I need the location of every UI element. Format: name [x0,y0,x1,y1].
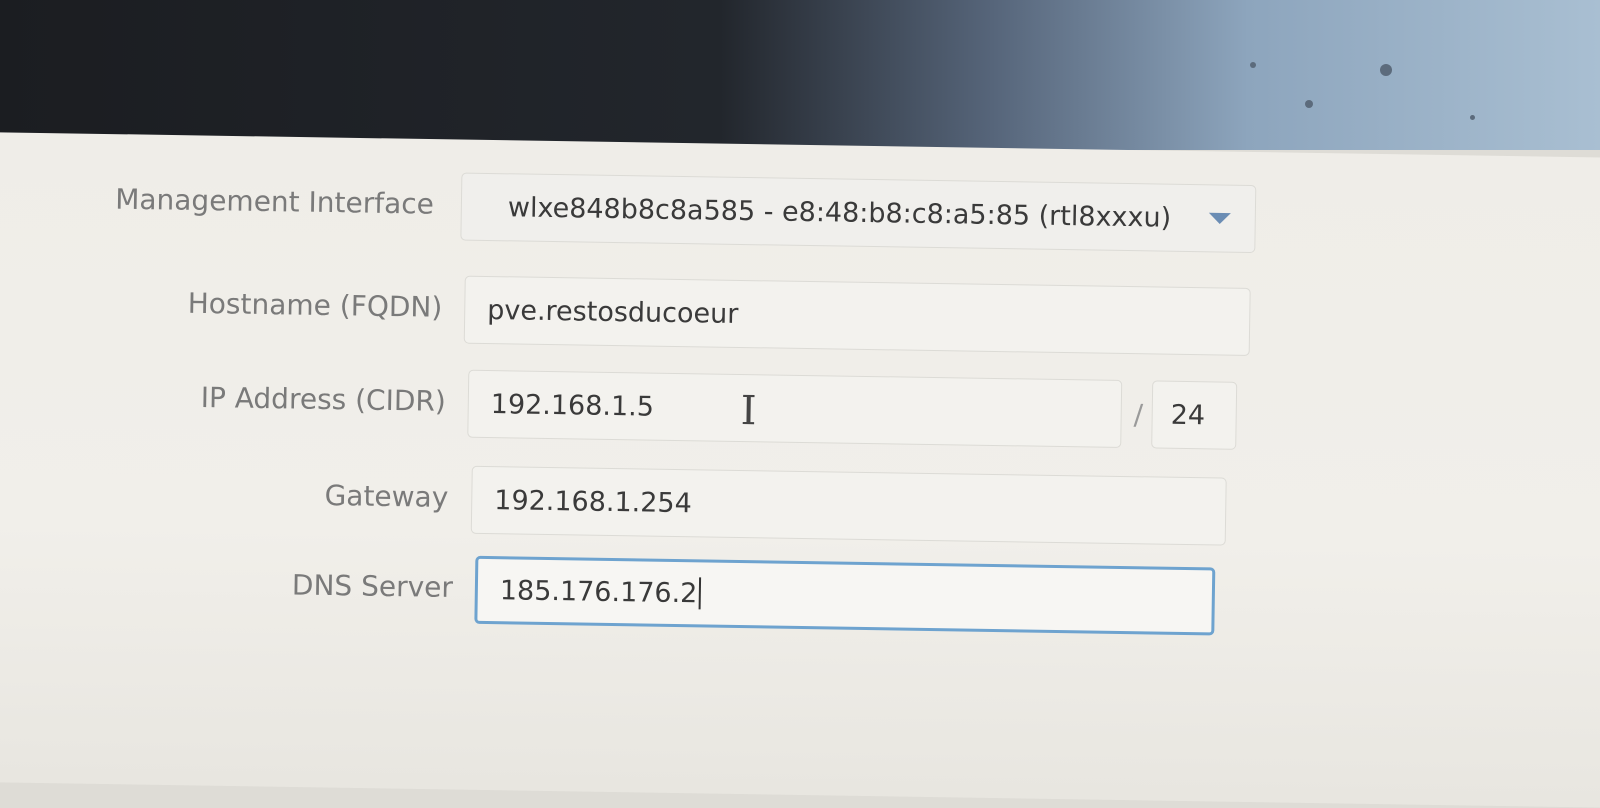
gateway-input[interactable]: 192.168.1.254 [470,465,1227,546]
monitor-bezel [0,0,1600,150]
hostname-row: Hostname (FQDN) pve.restosducoeur [0,260,1600,366]
cidr-input[interactable]: 24 [1151,380,1238,450]
management-interface-select[interactable]: wlxe848b8c8a585 - e8:48:b8:c8:a5:85 (rtl… [460,172,1257,254]
chevron-down-icon[interactable] [1208,212,1231,225]
text-cursor-icon: I [740,387,757,435]
hostname-value: pve.restosducoeur [487,294,739,330]
hostname-input[interactable]: pve.restosducoeur [463,275,1251,356]
gateway-row: Gateway 192.168.1.254 [0,450,1600,556]
gateway-value: 192.168.1.254 [494,484,693,519]
gateway-label: Gateway [324,478,449,514]
dns-server-value: 185.176.176.2 [499,574,698,609]
cidr-value: 24 [1170,399,1206,431]
dns-server-input[interactable]: 185.176.176.2 [474,555,1216,636]
installer-network-form: Management Interface wlxe848b8c8a585 - e… [0,132,1600,808]
ip-address-label: IP Address (CIDR) [200,381,447,418]
management-interface-value: wlxe848b8c8a585 - e8:48:b8:c8:a5:85 (rtl… [507,191,1172,234]
dns-server-row: DNS Server 185.176.176.2 [0,540,1600,646]
hostname-label: Hostname (FQDN) [187,286,443,324]
text-caret [698,577,701,610]
management-interface-row: Management Interface wlxe848b8c8a585 - e… [0,157,1600,263]
ip-address-input[interactable]: 192.168.1.5 I [467,369,1123,448]
dns-server-label: DNS Server [291,568,454,604]
ip-address-row: IP Address (CIDR) 192.168.1.5 I / 24 [0,354,1600,460]
ip-address-value: 192.168.1.5 [490,388,655,423]
management-interface-label: Management Interface [114,182,435,221]
cidr-separator: / [1133,398,1144,432]
